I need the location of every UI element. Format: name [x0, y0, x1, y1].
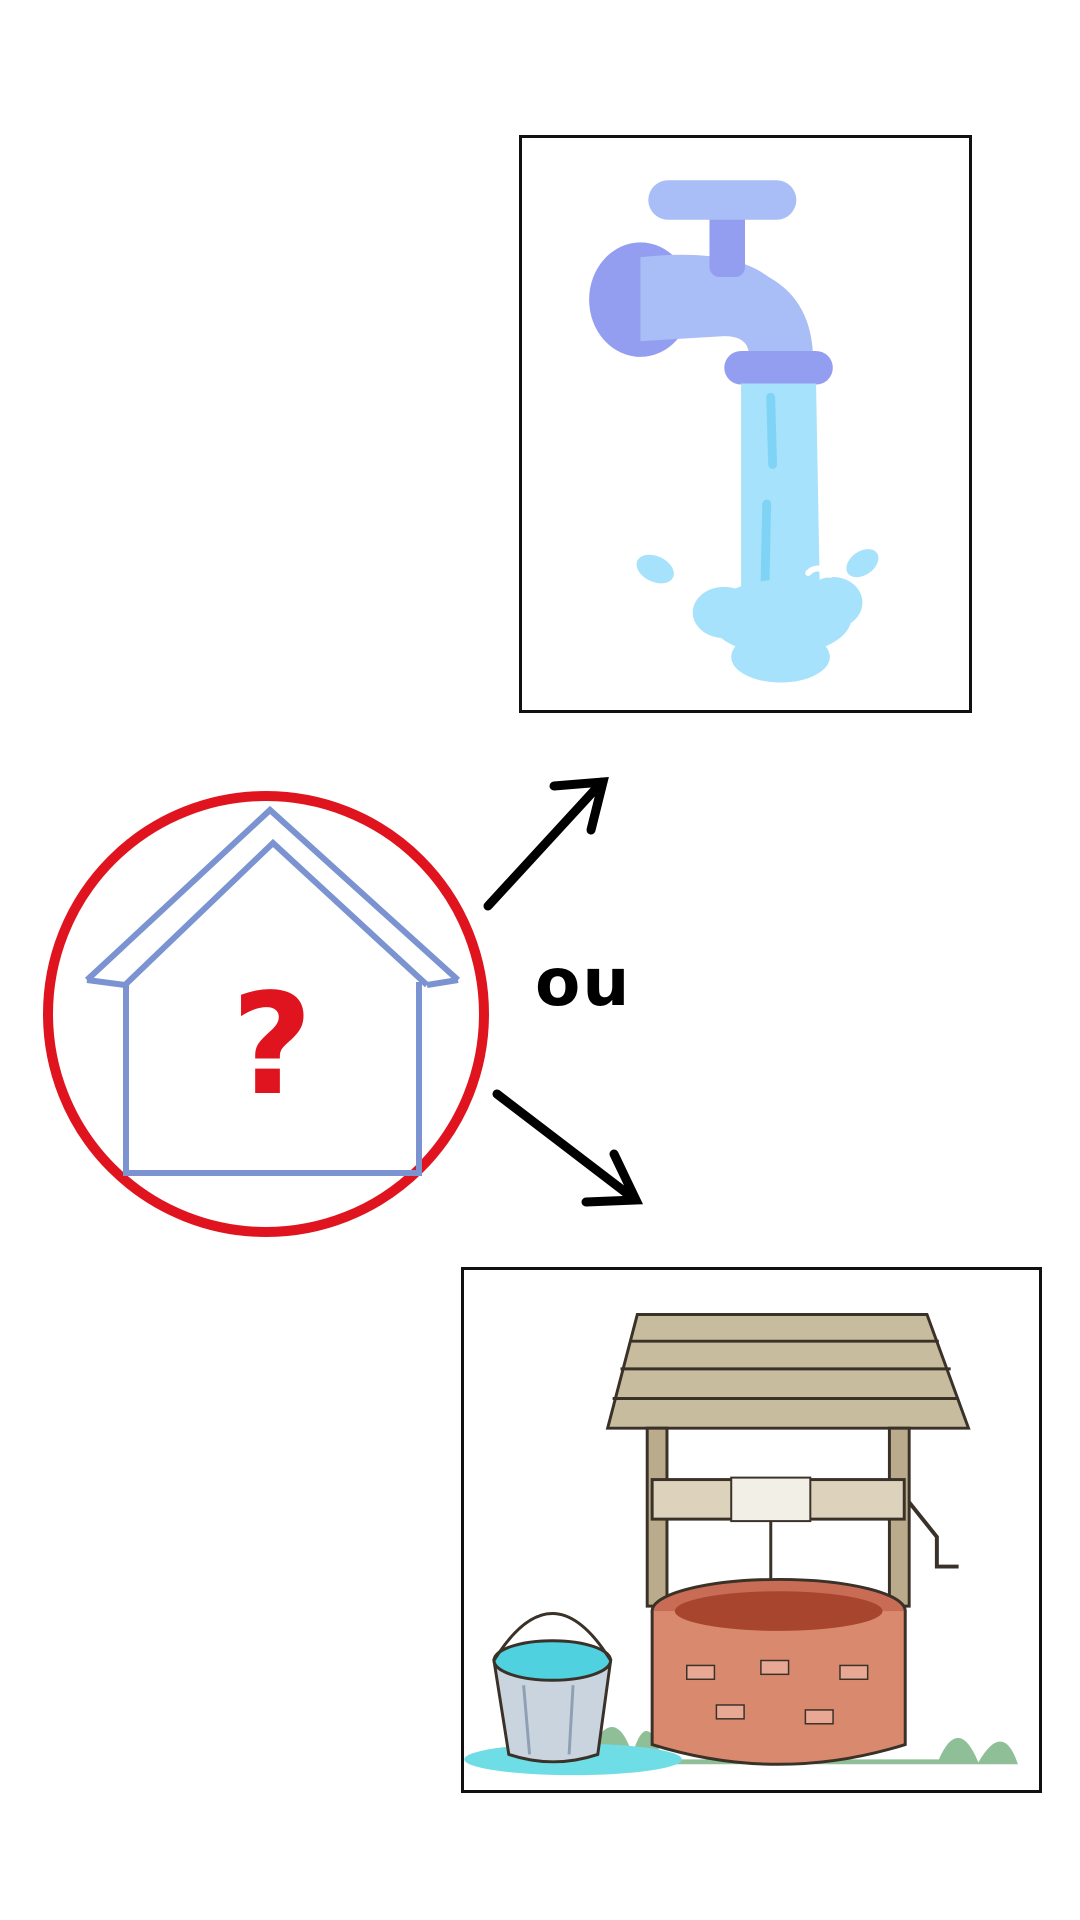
faucet-option-panel [519, 135, 972, 713]
arrow-down-icon [492, 1089, 644, 1207]
water-well-icon [464, 1313, 1018, 1776]
faucet-icon [589, 180, 879, 683]
well-option-panel [461, 1267, 1042, 1793]
arrow-up-icon [483, 777, 609, 911]
question-mark: ? [231, 964, 312, 1127]
or-label: ou [535, 944, 632, 1021]
